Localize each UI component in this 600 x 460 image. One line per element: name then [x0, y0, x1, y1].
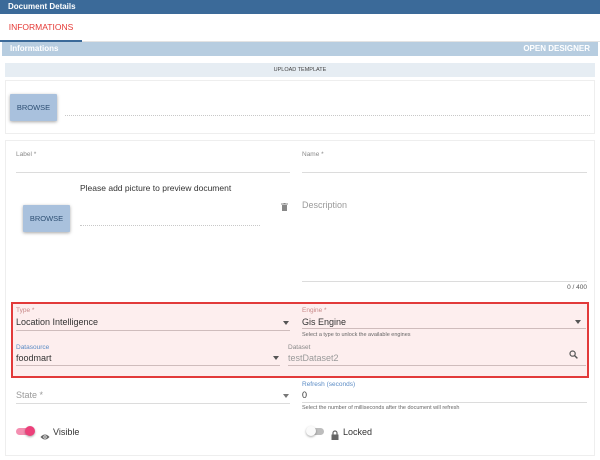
open-designer-button[interactable]: OPEN DESIGNER	[523, 42, 590, 56]
refresh-underline	[302, 402, 587, 403]
refresh-input[interactable]: 0	[302, 390, 307, 400]
eye-icon	[40, 428, 50, 440]
highlighted-region	[11, 302, 589, 378]
name-input[interactable]	[302, 172, 587, 173]
type-chevron-down-icon[interactable]	[283, 321, 289, 325]
label-input[interactable]	[16, 172, 290, 173]
upload-template-bar[interactable]: UPLOAD TEMPLATE	[5, 63, 595, 77]
refresh-field-label: Refresh (seconds)	[302, 381, 356, 388]
refresh-hint: Select the number of milliseconds after …	[302, 405, 460, 411]
engine-field-label: Engine *	[302, 307, 327, 314]
type-field-label: Type *	[16, 307, 35, 314]
trash-icon[interactable]	[281, 198, 288, 211]
datasource-chevron-down-icon[interactable]	[273, 356, 279, 360]
engine-hint: Select a type to unlock the available en…	[302, 332, 411, 338]
engine-underline	[302, 328, 586, 329]
description-underline	[302, 281, 587, 282]
upload-area	[5, 80, 595, 134]
preview-browse-button[interactable]: BROWSE	[23, 205, 70, 232]
lock-icon	[331, 427, 339, 440]
locked-toggle-label: Locked	[343, 427, 373, 437]
preview-filename-line	[80, 225, 260, 226]
upload-filename-line	[65, 115, 590, 116]
type-underline	[16, 330, 290, 331]
description-input[interactable]: Description	[302, 200, 347, 210]
name-field-label: Name *	[302, 151, 324, 158]
label-field-label: Label *	[16, 151, 37, 158]
dataset-input-value[interactable]: testDataset2	[288, 353, 339, 363]
state-underline	[16, 403, 290, 404]
description-placeholder: Description	[302, 200, 348, 210]
section-title: Informations	[10, 44, 59, 53]
preview-message: Please add picture to preview document	[80, 183, 232, 193]
engine-select-value[interactable]: Gis Engine	[302, 317, 346, 327]
visible-toggle-knob	[25, 426, 35, 436]
state-placeholder: State *	[16, 390, 44, 400]
search-icon[interactable]	[569, 346, 578, 359]
tab-informations[interactable]: INFORMATIONS	[0, 14, 82, 42]
dataset-field-label: Dataset	[288, 344, 311, 351]
engine-chevron-down-icon[interactable]	[575, 320, 581, 324]
upload-browse-button[interactable]: BROWSE	[10, 94, 57, 121]
visible-toggle-label: Visible	[53, 427, 80, 437]
state-select[interactable]: State *	[16, 390, 43, 400]
locked-toggle-knob	[306, 426, 316, 436]
tab-bar: INFORMATIONS	[0, 14, 600, 42]
description-counter: 0 / 400	[567, 284, 587, 291]
dataset-underline	[288, 365, 586, 366]
datasource-underline	[16, 365, 280, 366]
section-header: Informations OPEN DESIGNER	[2, 42, 598, 56]
type-select-value[interactable]: Location Intelligence	[16, 317, 98, 327]
datasource-field-label: Datasource	[16, 344, 50, 351]
window-title: Document Details	[0, 0, 600, 14]
datasource-select-value[interactable]: foodmart	[16, 353, 52, 363]
state-chevron-down-icon[interactable]	[283, 394, 289, 398]
visible-toggle[interactable]	[14, 426, 38, 438]
locked-toggle[interactable]	[306, 426, 330, 438]
